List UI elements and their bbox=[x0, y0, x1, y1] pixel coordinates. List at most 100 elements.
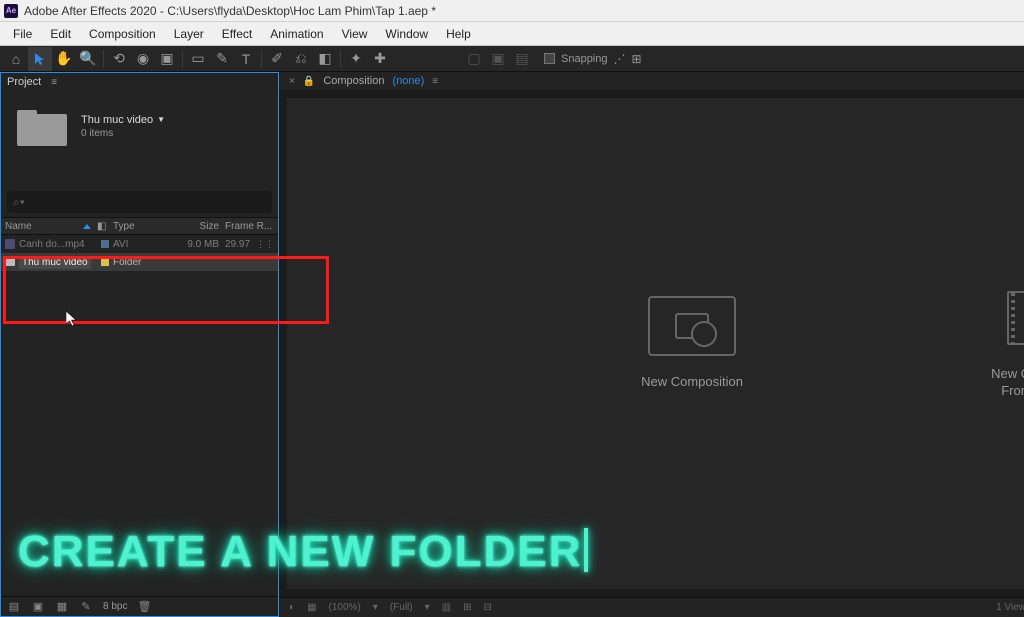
snapping-opts-icon[interactable]: ⋰ bbox=[614, 52, 626, 66]
interpret-footage-icon[interactable]: ▤ bbox=[7, 600, 21, 614]
home-icon[interactable]: ⌂ bbox=[4, 47, 28, 71]
overlay-caption: CREATE A NEW FOLDER bbox=[18, 527, 588, 577]
rotate-tool-icon[interactable]: ◉ bbox=[131, 47, 155, 71]
search-field[interactable] bbox=[31, 196, 266, 208]
asset-type: Folder bbox=[113, 257, 173, 268]
camera-tool-icon[interactable]: ▣ bbox=[155, 47, 179, 71]
separator bbox=[103, 50, 104, 68]
rect-tool-icon[interactable]: ▭ bbox=[186, 47, 210, 71]
title-bar: Ae Adobe After Effects 2020 - C:\Users\f… bbox=[0, 0, 1024, 22]
new-folder-icon[interactable]: ▣ bbox=[31, 600, 45, 614]
project-item-preview: Thu muc video ▼ 0 items bbox=[1, 91, 278, 161]
search-icon: ⌕▾ bbox=[13, 195, 25, 210]
snapping-label: Snapping bbox=[561, 53, 608, 65]
asset-framerate: 29.97 bbox=[225, 239, 250, 250]
new-comp-from-footage-button[interactable]: New Composition From Footage bbox=[937, 288, 1024, 400]
panel-menu-icon[interactable]: ≡ bbox=[432, 76, 438, 87]
snapping-checkbox[interactable] bbox=[544, 53, 555, 64]
framerate-indicator-icon: ⋮⋮ bbox=[256, 239, 274, 250]
extra-tool-2-icon[interactable]: ▣ bbox=[486, 47, 510, 71]
col-name[interactable]: Name bbox=[5, 221, 32, 232]
project-settings-icon[interactable]: ✎ bbox=[79, 600, 93, 614]
extra-tool-1-icon[interactable]: ▢ bbox=[462, 47, 486, 71]
col-tag-icon[interactable]: ◧ bbox=[97, 221, 106, 232]
text-tool-icon[interactable]: T bbox=[234, 47, 258, 71]
zoom-tool-icon[interactable]: 🔍 bbox=[76, 47, 100, 71]
tag-swatch[interactable] bbox=[101, 258, 109, 266]
tag-swatch[interactable] bbox=[101, 240, 109, 248]
orbit-tool-icon[interactable]: ⟲ bbox=[107, 47, 131, 71]
footer-icon[interactable]: ▥ bbox=[442, 602, 451, 613]
preview-item-name: Thu muc video bbox=[81, 114, 153, 126]
project-columns-header[interactable]: Name ◧ Type Size Frame R... bbox=[1, 217, 278, 235]
pen-tool-icon[interactable]: ✎ bbox=[210, 47, 234, 71]
hand-tool-icon[interactable]: ✋ bbox=[52, 47, 76, 71]
new-comp-from-footage-icon bbox=[998, 288, 1024, 348]
project-panel-tab[interactable]: Project ≡ bbox=[1, 73, 278, 91]
project-search-input[interactable]: ⌕▾ bbox=[7, 191, 272, 213]
video-file-icon bbox=[5, 239, 15, 249]
composition-current-name: (none) bbox=[392, 75, 424, 87]
col-framerate[interactable]: Frame R... bbox=[219, 221, 274, 232]
brush-tool-icon[interactable]: ✐ bbox=[265, 47, 289, 71]
folder-icon bbox=[5, 258, 15, 266]
clone-tool-icon[interactable]: ⎌ bbox=[289, 47, 313, 71]
menu-edit[interactable]: Edit bbox=[41, 24, 80, 44]
menu-help[interactable]: Help bbox=[437, 24, 480, 44]
project-panel-footer: ▤ ▣ ▦ ✎ 8 bpc 🗑 bbox=[1, 596, 278, 616]
menu-bar: File Edit Composition Layer Effect Anima… bbox=[0, 22, 1024, 46]
new-comp-icon[interactable]: ▦ bbox=[55, 600, 69, 614]
asset-size: 9.0 MB bbox=[173, 239, 219, 250]
sort-ascending-icon[interactable] bbox=[83, 224, 91, 229]
preview-item-count: 0 items bbox=[81, 128, 165, 139]
selection-tool-icon[interactable] bbox=[28, 47, 52, 71]
menu-layer[interactable]: Layer bbox=[165, 24, 213, 44]
footer-icon[interactable]: ⊞ bbox=[463, 602, 471, 613]
res-dropdown-icon[interactable]: ▾ bbox=[425, 602, 430, 613]
col-type[interactable]: Type bbox=[113, 221, 173, 232]
new-composition-button[interactable]: New Composition bbox=[587, 296, 797, 391]
delete-icon[interactable]: 🗑 bbox=[137, 600, 151, 614]
asset-row[interactable]: Thu muc video Folder bbox=[1, 253, 278, 271]
extra-tool-3-icon[interactable]: ▤ bbox=[510, 47, 534, 71]
close-tab-icon[interactable]: × bbox=[289, 76, 295, 87]
dropdown-triangle-icon[interactable]: ▼ bbox=[157, 115, 165, 124]
caret-icon bbox=[584, 528, 588, 572]
toggle-alpha-icon[interactable]: ◐ bbox=[289, 602, 295, 613]
footer-icon[interactable]: ⊟ bbox=[483, 602, 491, 613]
roto-tool-icon[interactable]: ✦ bbox=[344, 47, 368, 71]
menu-composition[interactable]: Composition bbox=[80, 24, 165, 44]
zoom-value[interactable]: (100%) bbox=[329, 602, 361, 613]
asset-name: Thu muc video bbox=[19, 256, 91, 269]
asset-row[interactable]: Canh do...mp4 AVI 9.0 MB 29.97 ⋮⋮ bbox=[1, 235, 278, 253]
project-panel-title: Project bbox=[7, 76, 41, 88]
color-depth-badge[interactable]: 8 bpc bbox=[103, 601, 127, 612]
zoom-dropdown-icon[interactable]: ▾ bbox=[373, 602, 378, 613]
col-size[interactable]: Size bbox=[173, 221, 219, 232]
view-count[interactable]: 1 View bbox=[996, 602, 1024, 613]
window-title: Adobe After Effects 2020 - C:\Users\flyd… bbox=[24, 4, 436, 18]
composition-tab-label: Composition bbox=[323, 75, 384, 87]
menu-effect[interactable]: Effect bbox=[213, 24, 261, 44]
menu-window[interactable]: Window bbox=[376, 24, 437, 44]
puppet-tool-icon[interactable]: ✚ bbox=[368, 47, 392, 71]
asset-type: AVI bbox=[113, 239, 173, 250]
new-composition-icon bbox=[648, 296, 736, 356]
composition-viewer: New Composition New Composition From Foo… bbox=[287, 98, 1024, 589]
menu-animation[interactable]: Animation bbox=[261, 24, 332, 44]
toggle-mask-icon[interactable]: ▦ bbox=[307, 602, 316, 613]
snapping-grid-icon[interactable]: ⊞ bbox=[632, 52, 642, 66]
new-comp-from-footage-label: New Composition From Footage bbox=[991, 366, 1024, 400]
eraser-tool-icon[interactable]: ◧ bbox=[313, 47, 337, 71]
separator bbox=[182, 50, 183, 68]
composition-panel-tab[interactable]: × 🔒 Composition (none) ≡ bbox=[279, 72, 1024, 90]
lock-icon[interactable]: 🔒 bbox=[303, 76, 315, 87]
asset-name: Canh do...mp4 bbox=[19, 239, 85, 250]
menu-view[interactable]: View bbox=[333, 24, 377, 44]
resolution-dropdown[interactable]: (Full) bbox=[390, 602, 413, 613]
menu-file[interactable]: File bbox=[4, 24, 41, 44]
panel-menu-icon[interactable]: ≡ bbox=[51, 77, 57, 88]
folder-thumbnail-icon bbox=[17, 106, 67, 146]
snapping-toggle[interactable]: Snapping ⋰ ⊞ bbox=[544, 52, 642, 66]
separator bbox=[340, 50, 341, 68]
